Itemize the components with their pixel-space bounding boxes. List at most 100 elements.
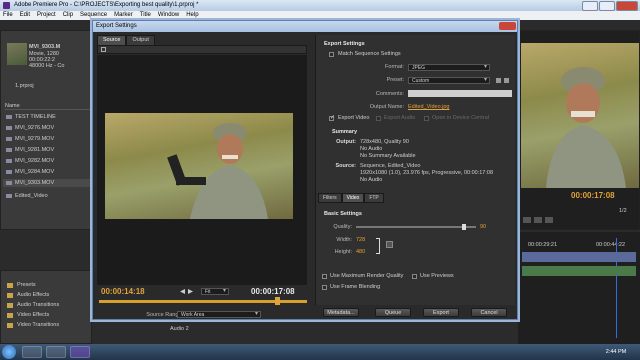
windows-taskbar bbox=[0, 344, 640, 360]
metadata-button[interactable]: Metadata... bbox=[323, 308, 359, 317]
export-settings-dialog: Export Settings Source Output 00:00:14:1… bbox=[92, 20, 518, 320]
step-back-icon[interactable] bbox=[179, 289, 185, 294]
clip-name: MVI_9303.M bbox=[29, 44, 61, 50]
quality-slider[interactable] bbox=[356, 224, 476, 230]
menu-edit[interactable]: Edit bbox=[20, 11, 30, 20]
list-item[interactable]: MVI_9281.MOV bbox=[3, 146, 91, 154]
export-button[interactable]: Export bbox=[423, 308, 459, 317]
effects-folder[interactable]: Video Effects bbox=[5, 311, 91, 320]
export-video-checkbox[interactable] bbox=[329, 114, 335, 121]
quality-value[interactable]: 90 bbox=[480, 224, 486, 230]
loop-button[interactable] bbox=[545, 217, 553, 223]
start-button[interactable] bbox=[2, 345, 16, 359]
frame-blending-label: Use Frame Blending bbox=[330, 284, 381, 290]
import-preset-icon[interactable] bbox=[504, 78, 509, 83]
taskbar-app-explorer[interactable] bbox=[46, 346, 66, 358]
source-range-dropdown[interactable]: Work Area bbox=[177, 311, 261, 318]
taskbar-clock[interactable]: 2:44 PM bbox=[596, 349, 636, 355]
menu-sequence[interactable]: Sequence bbox=[80, 11, 107, 20]
menu-file[interactable]: File bbox=[3, 11, 13, 20]
close-button[interactable] bbox=[616, 1, 638, 11]
list-item[interactable]: TEST TIMELINE bbox=[3, 113, 91, 121]
aspect-link-bracket bbox=[376, 238, 380, 254]
format-label: Format: bbox=[385, 64, 404, 70]
duration-timecode: 00:00:17:08 bbox=[251, 287, 295, 296]
taskbar-app-premiere[interactable] bbox=[70, 346, 90, 358]
list-item[interactable]: MVI_9279.MOV bbox=[3, 135, 91, 143]
summary-source-line: Sequence, Edited_Video bbox=[360, 163, 421, 169]
match-sequence-checkbox[interactable] bbox=[329, 52, 334, 57]
step-forward-icon[interactable] bbox=[188, 289, 194, 294]
crop-icon[interactable] bbox=[101, 47, 106, 52]
list-item[interactable]: MVI_9284.MOV bbox=[3, 168, 91, 176]
maximize-button[interactable] bbox=[599, 1, 615, 11]
width-value[interactable]: 728 bbox=[356, 237, 365, 243]
dialog-titlebar: Export Settings bbox=[93, 21, 517, 32]
menu-clip[interactable]: Clip bbox=[63, 11, 73, 20]
menu-marker[interactable]: Marker bbox=[114, 11, 133, 20]
preset-dropdown[interactable]: Custom bbox=[408, 77, 490, 84]
audio-track-label: Audio 2 bbox=[170, 326, 189, 332]
cancel-button[interactable]: Cancel bbox=[471, 308, 507, 317]
minimize-button[interactable] bbox=[582, 1, 598, 11]
menu-title[interactable]: Title bbox=[140, 11, 151, 20]
folder-icon bbox=[7, 313, 13, 318]
sequence-icon bbox=[6, 194, 12, 198]
menu-project[interactable]: Project bbox=[37, 11, 56, 20]
list-item[interactable]: MVI_9303.MOV bbox=[3, 179, 91, 187]
quality-slider-thumb[interactable] bbox=[462, 224, 466, 230]
effects-folder[interactable]: Audio Effects bbox=[5, 291, 91, 300]
summary-header[interactable]: Summary bbox=[332, 129, 357, 135]
timeline-ruler-time: 00:00:29:21 bbox=[528, 242, 558, 248]
list-item[interactable]: MVI_9276.MOV bbox=[3, 124, 91, 132]
effects-folder[interactable]: Presets bbox=[5, 281, 91, 290]
taskbar-app-ie[interactable] bbox=[22, 346, 42, 358]
effects-folder[interactable]: Audio Transitions bbox=[5, 301, 91, 310]
program-zoom[interactable]: 1/2 bbox=[619, 208, 627, 214]
dialog-close-button[interactable] bbox=[499, 22, 516, 30]
scrub-playhead[interactable] bbox=[275, 297, 280, 305]
audio-clip-block[interactable] bbox=[522, 266, 636, 276]
chain-link-icon[interactable] bbox=[386, 241, 393, 248]
format-dropdown[interactable]: JPEG bbox=[408, 64, 490, 71]
use-previews-checkbox[interactable] bbox=[412, 274, 417, 279]
device-central-checkbox[interactable] bbox=[424, 116, 429, 121]
height-value[interactable]: 480 bbox=[356, 249, 365, 255]
comments-label: Comments: bbox=[375, 91, 404, 97]
output-name-link[interactable]: Edited_Video.jpg bbox=[408, 104, 450, 110]
tab-video[interactable]: Video bbox=[341, 193, 365, 203]
scrub-bar[interactable] bbox=[99, 297, 307, 305]
max-render-checkbox[interactable] bbox=[322, 274, 327, 279]
summary-output-line: 728x480, Quality 90 bbox=[360, 139, 409, 145]
queue-button[interactable]: Queue bbox=[375, 308, 411, 317]
export-audio-checkbox[interactable] bbox=[376, 116, 381, 121]
program-timecode: 00:00:17:08 bbox=[571, 191, 615, 200]
tab-ftp[interactable]: FTP bbox=[364, 193, 384, 203]
device-central-label: Open in Device Central bbox=[432, 115, 489, 121]
menu-help[interactable]: Help bbox=[186, 11, 198, 20]
timeline-ruler-time: 00:00:44:22 bbox=[596, 242, 626, 248]
effects-folder[interactable]: Video Transitions bbox=[5, 321, 91, 330]
folder-icon bbox=[7, 283, 13, 288]
folder-icon bbox=[7, 323, 13, 328]
basic-settings-header[interactable]: Basic Settings bbox=[324, 211, 362, 217]
export-video-label: Export Video bbox=[338, 115, 370, 121]
list-item[interactable]: Edited_Video bbox=[3, 192, 91, 200]
frame-blending-checkbox[interactable] bbox=[322, 285, 327, 290]
fit-dropdown[interactable]: Fit bbox=[201, 288, 229, 295]
menu-window[interactable]: Window bbox=[158, 11, 179, 20]
current-timecode[interactable]: 00:00:14:18 bbox=[101, 287, 145, 296]
name-column-header[interactable]: Name bbox=[5, 103, 91, 110]
premiere-app-icon bbox=[3, 2, 10, 9]
save-preset-icon[interactable] bbox=[496, 78, 501, 83]
step-forward-button[interactable] bbox=[534, 217, 542, 223]
video-clip-block[interactable] bbox=[522, 252, 636, 262]
crop-toolbar bbox=[97, 45, 307, 54]
export-settings-header[interactable]: Export Settings bbox=[324, 41, 365, 47]
play-button[interactable] bbox=[523, 217, 531, 223]
tab-filters[interactable]: Filters bbox=[318, 193, 342, 203]
list-item[interactable]: MVI_9282.MOV bbox=[3, 157, 91, 165]
timeline-panel: 00:00:29:21 00:00:44:22 bbox=[518, 232, 640, 344]
comments-field[interactable] bbox=[408, 90, 512, 97]
preview-area bbox=[97, 55, 307, 285]
